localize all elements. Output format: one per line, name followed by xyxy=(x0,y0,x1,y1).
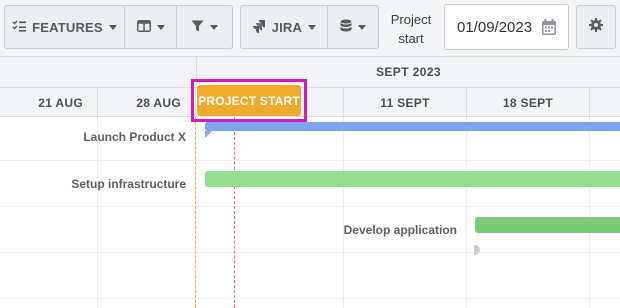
jira-dropdown-button[interactable]: JIRA xyxy=(241,6,328,48)
project-start-label-line2: start xyxy=(398,31,424,46)
task-label-develop-application[interactable]: Develop application xyxy=(344,223,457,237)
toolbar: FEATURES JIRA Project start 01/09/2023 xyxy=(0,0,620,57)
project-start-highlight: PROJECT START xyxy=(191,79,307,122)
jira-icon xyxy=(252,19,266,36)
grid-column-line xyxy=(589,117,590,308)
project-start-marker[interactable]: PROJECT START xyxy=(197,85,301,116)
week-label: 28 AUG xyxy=(98,88,196,117)
database-icon xyxy=(340,19,352,35)
chevron-down-icon xyxy=(210,24,219,30)
week-label: 21 AUG xyxy=(0,88,98,117)
date-value: 01/09/2023 xyxy=(457,18,533,36)
task-bar-launch-product[interactable] xyxy=(205,122,620,131)
settings-button[interactable] xyxy=(576,5,616,49)
timeline-header: SEPT 2023 21 AUG 28 AUG 11 SEPT 18 SEPT xyxy=(0,57,620,117)
project-start-line xyxy=(195,117,196,308)
grid-row-line xyxy=(0,206,620,207)
jira-label: JIRA xyxy=(271,19,303,35)
task-bar-develop-application[interactable] xyxy=(475,217,620,233)
month-spacer xyxy=(0,57,196,87)
grid-row-line xyxy=(0,160,620,161)
task-bar-start-marker xyxy=(205,131,212,138)
integrations-group: JIRA xyxy=(240,5,379,49)
columns-icon xyxy=(136,19,151,35)
database-dropdown-button[interactable] xyxy=(328,6,378,48)
today-line xyxy=(234,117,235,308)
project-start-date-input[interactable]: 01/09/2023 xyxy=(444,4,569,50)
features-label: FEATURES xyxy=(32,19,103,35)
timeline-grid xyxy=(0,117,620,308)
features-dropdown-button[interactable]: FEATURES xyxy=(5,6,125,48)
grid-column-line xyxy=(466,117,467,308)
chevron-down-icon xyxy=(357,24,366,30)
grid-column-line xyxy=(343,117,344,308)
gear-icon xyxy=(589,17,603,37)
grid-row-line xyxy=(0,252,620,253)
chevron-down-icon xyxy=(156,24,165,30)
list-checks-icon xyxy=(12,19,27,35)
calendar-icon[interactable] xyxy=(542,19,556,39)
task-label-launch-product[interactable]: Launch Product X xyxy=(83,130,186,144)
grid-column-line xyxy=(97,117,98,308)
view-controls-group: FEATURES xyxy=(4,5,233,49)
week-label: 11 SEPT xyxy=(344,88,467,117)
project-start-label: Project start xyxy=(386,10,436,48)
chevron-down-icon xyxy=(108,24,117,30)
filter-dropdown-button[interactable] xyxy=(177,6,232,48)
filter-icon xyxy=(191,20,204,35)
chevron-down-icon xyxy=(308,24,317,30)
weeks-row: 21 AUG 28 AUG 11 SEPT 18 SEPT xyxy=(0,87,620,117)
task-bar-setup-infrastructure[interactable] xyxy=(205,171,620,187)
columns-dropdown-button[interactable] xyxy=(125,6,178,48)
task-label-setup-infrastructure[interactable]: Setup infrastructure xyxy=(71,177,186,191)
grid-row-line xyxy=(0,298,620,299)
week-label: 18 SEPT xyxy=(467,88,590,117)
project-start-label-line1: Project xyxy=(390,12,432,27)
